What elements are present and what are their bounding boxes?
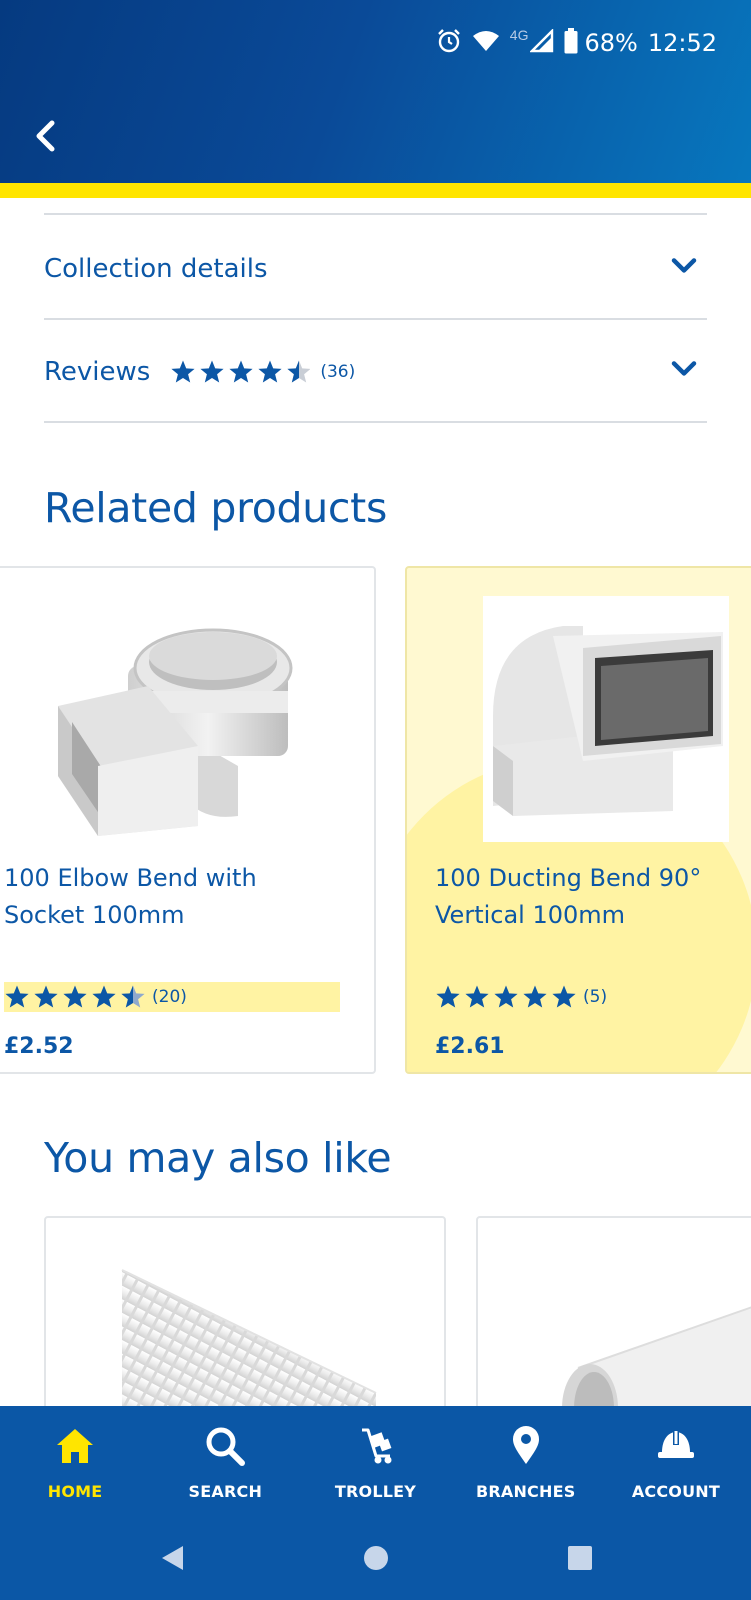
star-rating-icon (5, 985, 145, 1008)
product-name-line: Socket 100mm (4, 901, 185, 929)
home-icon (53, 1424, 97, 1468)
app-header: 4G 68% 12:52 (0, 0, 751, 183)
product-card-elbow-bend[interactable]: 100 Elbow Bend with Socket 100mm (20) £2… (0, 566, 376, 1074)
search-icon (203, 1424, 247, 1468)
chevron-down-icon (671, 360, 697, 381)
related-products-title: Related products (44, 484, 387, 532)
header-accent-bar (0, 183, 751, 198)
nav-search[interactable]: SEARCH (150, 1406, 300, 1516)
hard-hat-icon (654, 1424, 698, 1468)
system-recents-button[interactable] (478, 1544, 682, 1572)
product-image (58, 628, 293, 836)
star-rating-icon (171, 360, 311, 383)
product-image (562, 1306, 751, 1434)
nav-label: ACCOUNT (631, 1482, 720, 1501)
location-pin-icon (504, 1424, 548, 1468)
product-price: £2.61 (435, 1034, 505, 1059)
battery-icon (564, 27, 578, 59)
accordion-reviews[interactable]: Reviews (36) (44, 322, 707, 422)
wifi-icon (472, 29, 500, 58)
product-image (121, 1269, 377, 1434)
signal-icon (529, 27, 554, 58)
product-rating: (20) (4, 982, 340, 1012)
battery-percent: 68% (584, 29, 638, 57)
rating-count: (5) (583, 987, 608, 1007)
status-bar: 4G 68% 12:52 (436, 26, 717, 60)
nav-label: BRANCHES (475, 1482, 576, 1501)
star-rating-icon (436, 985, 576, 1008)
chevron-left-icon (36, 120, 55, 152)
review-stars (170, 359, 311, 385)
nav-trolley[interactable]: TROLLEY (300, 1406, 450, 1516)
divider (44, 318, 707, 320)
product-card-round-pipe[interactable] (476, 1216, 751, 1436)
accordion-label: Reviews (44, 357, 151, 387)
clock: 12:52 (647, 29, 717, 57)
product-card-ducting-bend[interactable]: 100 Ducting Bend 90° Vertical 100mm (5) … (405, 566, 751, 1074)
divider (44, 213, 707, 215)
product-rating: (5) (435, 982, 607, 1012)
product-image (483, 596, 729, 842)
divider (44, 421, 707, 423)
trolley-icon (354, 1424, 398, 1468)
product-name-line: 100 Elbow Bend with (4, 864, 257, 892)
alarm-icon (436, 28, 462, 59)
system-navigation-bar (0, 1516, 751, 1600)
accordion-label: Collection details (44, 254, 268, 284)
chevron-down-icon (671, 257, 697, 278)
accordion-collection-details[interactable]: Collection details (44, 219, 707, 319)
nav-home[interactable]: HOME (0, 1406, 150, 1516)
bottom-navigation: HOME SEARCH TROLLEY BRANCHES ACCOUNT (0, 1406, 751, 1516)
back-button[interactable] (30, 116, 60, 156)
product-name: 100 Ducting Bend 90° Vertical 100mm (435, 860, 701, 934)
product-name-line: 100 Ducting Bend 90° (435, 864, 702, 892)
network-type: 4G (509, 27, 529, 43)
product-price: £2.52 (4, 1034, 74, 1059)
system-back-button[interactable] (70, 1543, 274, 1573)
nav-label: TROLLEY (334, 1482, 417, 1501)
review-count: (36) (320, 362, 356, 382)
product-name: 100 Elbow Bend with Socket 100mm (4, 860, 257, 934)
system-home-button[interactable] (274, 1544, 478, 1572)
rating-count: (20) (152, 987, 187, 1007)
nav-account[interactable]: ACCOUNT (601, 1406, 751, 1516)
square-recents-icon (567, 1546, 592, 1570)
product-card-flexible-hose[interactable] (44, 1216, 446, 1436)
nav-label: HOME (47, 1482, 103, 1501)
product-name-line: Vertical 100mm (435, 901, 626, 929)
nav-branches[interactable]: BRANCHES (451, 1406, 601, 1516)
nav-label: SEARCH (188, 1482, 263, 1501)
triangle-back-icon (161, 1546, 183, 1570)
you-may-also-like-title: You may also like (44, 1134, 392, 1182)
circle-home-icon (363, 1546, 388, 1570)
